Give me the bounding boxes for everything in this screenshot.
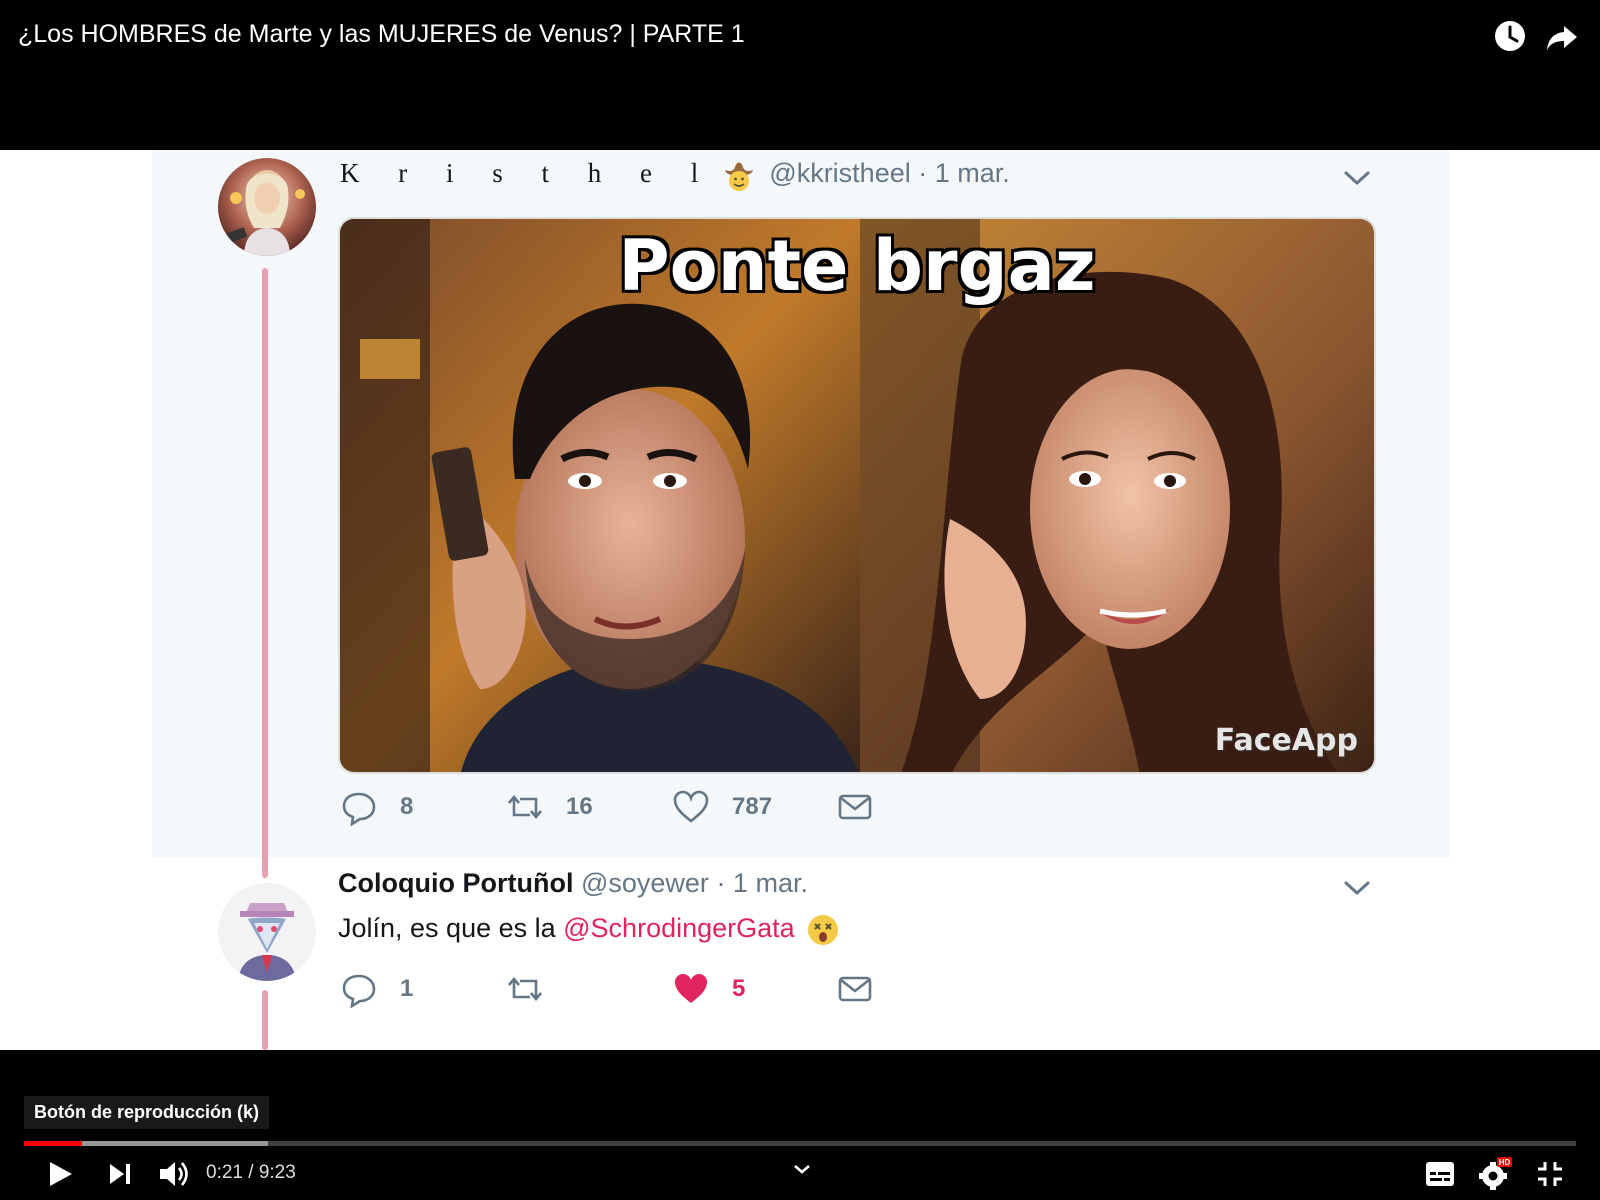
tweet-header: K r i s t h e l @kkristheel · 1 mar. xyxy=(340,158,1010,192)
tweet-date[interactable]: · 1 mar. xyxy=(716,868,808,898)
reply-icon[interactable] xyxy=(340,788,378,826)
like-action[interactable]: 787 xyxy=(672,788,772,826)
current-time: 0:21 xyxy=(206,1162,243,1183)
handle[interactable]: @kkristheel xyxy=(769,158,910,188)
play-icon[interactable] xyxy=(42,1154,78,1194)
clock-icon[interactable] xyxy=(1492,18,1528,54)
cowboy-face-icon xyxy=(724,162,753,191)
tweet-date[interactable]: · 1 mar. xyxy=(918,158,1010,188)
retweet-action[interactable] xyxy=(506,970,566,1008)
dm-action[interactable] xyxy=(836,788,874,826)
volume-icon[interactable] xyxy=(156,1154,192,1194)
reply-count: 8 xyxy=(400,793,414,820)
like-count: 5 xyxy=(732,975,746,1002)
like-count: 787 xyxy=(732,793,773,820)
duration: 9:23 xyxy=(258,1162,296,1183)
exit-fullscreen-icon[interactable] xyxy=(1534,1154,1566,1194)
retweet-icon[interactable] xyxy=(506,970,544,1008)
tweet-image[interactable]: Ponte brgaz FaceApp xyxy=(338,217,1376,774)
handle[interactable]: @soyewer xyxy=(581,868,709,898)
hd-badge: HD xyxy=(1499,1158,1511,1167)
thread-line xyxy=(262,990,268,1050)
retweet-count: 16 xyxy=(566,793,593,820)
envelope-icon[interactable] xyxy=(836,788,874,826)
progress-played xyxy=(24,1141,82,1146)
chevron-down-icon[interactable] xyxy=(790,1154,814,1194)
share-icon[interactable] xyxy=(1544,18,1580,54)
time-display: 0:21 / 9:23 xyxy=(206,1162,296,1184)
reply-action[interactable]: 8 xyxy=(340,788,413,826)
subtitles-icon[interactable] xyxy=(1424,1154,1456,1194)
retweet-action[interactable]: 16 xyxy=(506,788,593,826)
player-top-bar: ¿Los HOMBRES de Marte y las MUJERES de V… xyxy=(0,0,1600,150)
heart-filled-icon[interactable] xyxy=(672,970,710,1008)
avatar[interactable] xyxy=(218,883,316,981)
reply-count: 1 xyxy=(400,975,414,1002)
faceapp-photo xyxy=(340,219,1374,772)
like-action[interactable]: 5 xyxy=(672,970,745,1008)
astonished-face-icon xyxy=(808,915,839,945)
play-tooltip: Botón de reproducción (k) xyxy=(24,1096,269,1129)
video-title[interactable]: ¿Los HOMBRES de Marte y las MUJERES de V… xyxy=(18,20,745,49)
mention-link[interactable]: @SchrodingerGata xyxy=(563,913,795,943)
chevron-down-icon[interactable] xyxy=(1342,168,1372,188)
tweet-text-body: Jolín, es que es la xyxy=(338,913,564,944)
heart-icon[interactable] xyxy=(672,788,710,826)
thread-line xyxy=(262,268,268,878)
retweet-icon[interactable] xyxy=(506,788,544,826)
reply-icon[interactable] xyxy=(340,970,378,1008)
reply-action[interactable]: 1 xyxy=(340,970,413,1008)
tweet-text: Jolín, es que es la @SchrodingerGata xyxy=(338,913,846,947)
progress-bar[interactable] xyxy=(24,1141,1576,1146)
display-name[interactable]: K r i s t h e l xyxy=(340,158,714,188)
next-icon[interactable] xyxy=(104,1154,136,1194)
display-name[interactable]: Coloquio Portuñol xyxy=(338,868,573,898)
time-separator: / xyxy=(248,1162,254,1183)
dm-action[interactable] xyxy=(836,970,874,1008)
settings-icon[interactable]: HD xyxy=(1478,1154,1512,1194)
video-frame[interactable]: K r i s t h e l @kkristheel · 1 mar. Pon… xyxy=(0,150,1600,1050)
chevron-down-icon[interactable] xyxy=(1342,878,1372,898)
faceapp-watermark: FaceApp xyxy=(1214,723,1358,758)
envelope-icon[interactable] xyxy=(836,970,874,1008)
tweet-header: Coloquio Portuñol @soyewer · 1 mar. xyxy=(338,868,808,899)
avatar[interactable] xyxy=(218,158,316,256)
